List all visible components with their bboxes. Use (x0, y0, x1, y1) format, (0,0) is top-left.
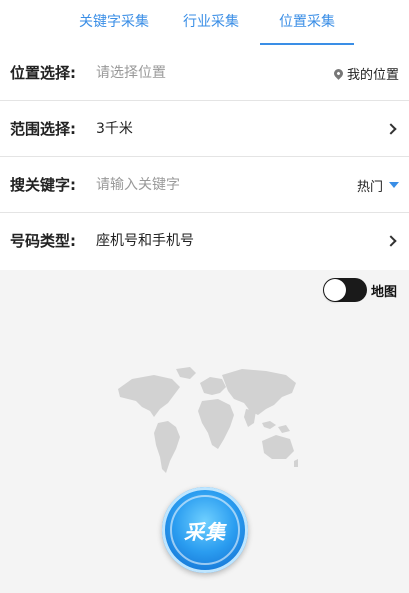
range-label: 范围选择: (10, 120, 76, 138)
location-input[interactable]: 请选择位置 (96, 45, 166, 101)
map-toggle-label: 地图 (370, 284, 397, 300)
chevron-right-icon (385, 123, 397, 135)
tab-industry-collect[interactable]: 行业采集 (168, 0, 254, 45)
range-row[interactable]: 范围选择: 3千米 (0, 101, 409, 157)
tab-keyword-collect[interactable]: 关键字采集 (64, 0, 164, 45)
collect-form: 位置选择: 请选择位置 我的位置 范围选择: 3千米 搜关键字: 请输入关键字 … (0, 45, 409, 270)
hot-keywords-dropdown[interactable]: 热门 (357, 157, 399, 213)
range-chevron[interactable] (385, 101, 399, 157)
number-type-chevron[interactable] (385, 213, 399, 269)
location-row[interactable]: 位置选择: 请选择位置 我的位置 (0, 45, 409, 101)
number-type-row[interactable]: 号码类型: 座机号和手机号 (0, 213, 409, 270)
number-type-label: 号码类型: (10, 232, 76, 250)
my-location-button[interactable]: 我的位置 (332, 45, 399, 101)
caret-down-icon (389, 182, 399, 188)
keyword-row[interactable]: 搜关键字: 请输入关键字 热门 (0, 157, 409, 213)
keyword-input[interactable]: 请输入关键字 (96, 157, 180, 213)
hot-label: 热门 (356, 179, 383, 195)
tab-bar: 关键字采集 行业采集 位置采集 (0, 0, 409, 45)
my-location-label: 我的位置 (346, 67, 399, 83)
location-label: 位置选择: (10, 64, 76, 82)
range-value: 3千米 (96, 121, 133, 137)
chevron-right-icon (385, 235, 397, 247)
toggle-knob (323, 279, 346, 301)
world-map-icon (118, 367, 298, 473)
collect-button-label: 采集 (184, 519, 226, 544)
map-toggle[interactable] (322, 278, 367, 302)
keyword-label: 搜关键字: (10, 176, 76, 194)
tab-location-collect[interactable]: 位置采集 (260, 0, 354, 45)
map-toggle-group: 地图 (322, 278, 397, 302)
number-type-value: 座机号和手机号 (96, 233, 194, 249)
collect-button[interactable]: 采集 (162, 487, 248, 573)
location-pin-icon (332, 66, 345, 80)
